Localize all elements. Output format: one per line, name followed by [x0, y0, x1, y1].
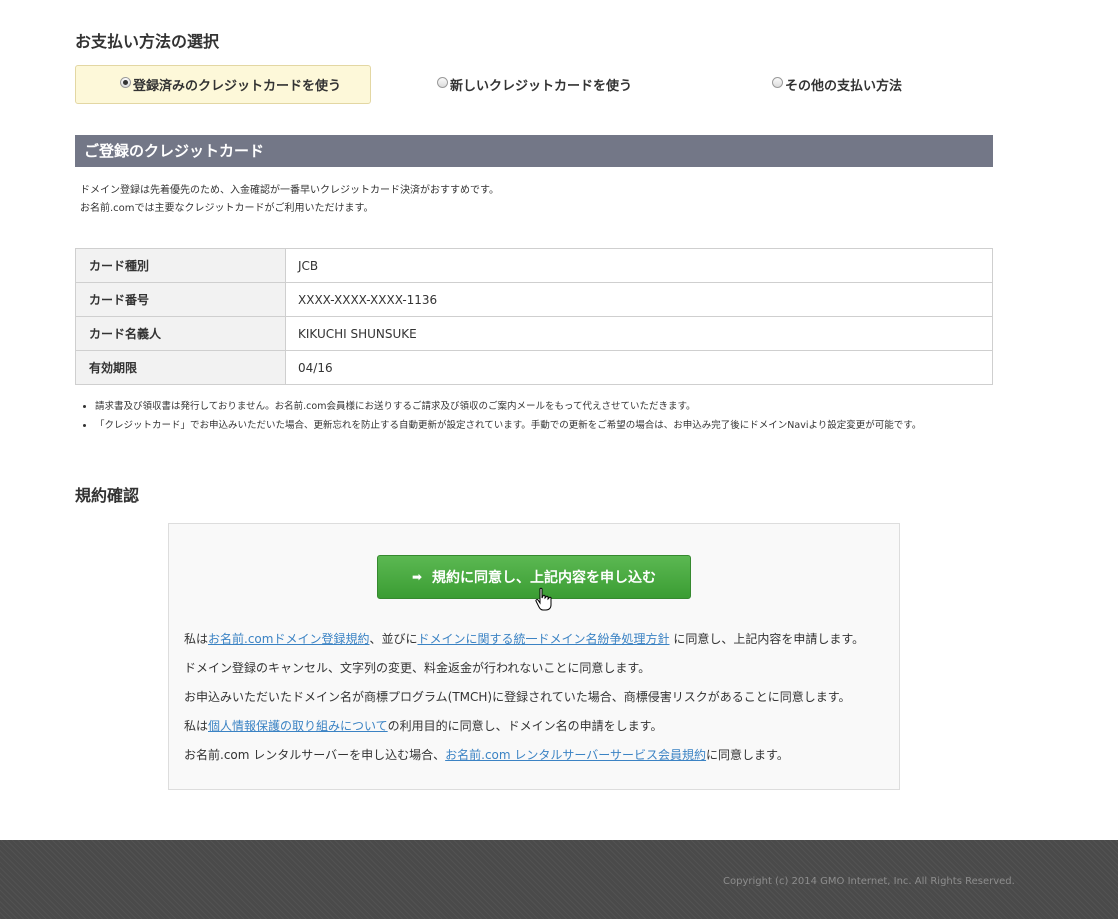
intro-line: お名前.comでは主要なクレジットカードがご利用いただけます。 — [80, 203, 374, 214]
note-item: 請求書及び領収書は発行しておりません。お名前.com会員様にお送りするご請求及び… — [95, 397, 921, 416]
payment-option-label: 登録済みのクレジットカードを使う — [133, 79, 342, 94]
card-type-value: JCB — [285, 248, 993, 283]
privacy-policy-link[interactable]: 個人情報保護の取り組みについて — [208, 719, 388, 733]
table-row: カード種別 JCB — [75, 248, 993, 283]
payment-option-new-card[interactable]: 新しいクレジットカードを使う — [437, 65, 632, 104]
dispute-policy-link[interactable]: ドメインに関する統一ドメイン名紛争処理方針 — [417, 632, 669, 646]
card-notes: 請求書及び領収書は発行しておりません。お名前.com会員様にお送りするご請求及び… — [80, 397, 921, 435]
table-row: カード名義人 KIKUCHI SHUNSUKE — [75, 316, 993, 351]
table-row: カード番号 XXXX-XXXX-XXXX-1136 — [75, 282, 993, 317]
payment-option-registered-card[interactable]: 登録済みのクレジットカードを使う — [75, 65, 371, 104]
terms-text-segment: に同意し、上記内容を申請します。 — [669, 632, 865, 646]
terms-text-segment: 、並びに — [369, 632, 418, 646]
card-number-label: カード番号 — [75, 282, 286, 317]
intro-line: ドメイン登録は先着優先のため、入金確認が一番早いクレジットカード決済がおすすめで… — [80, 185, 499, 196]
payment-option-label: その他の支払い方法 — [785, 79, 903, 94]
agree-and-apply-button[interactable]: ➡ 規約に同意し、上記内容を申し込む — [377, 555, 691, 599]
footer: Copyright (c) 2014 GMO Internet, Inc. Al… — [0, 840, 1118, 919]
terms-text-segment: お名前.com レンタルサーバーを申し込む場合、 — [184, 748, 446, 762]
terms-line-5: お名前.com レンタルサーバーを申し込む場合、お名前.com レンタルサーバー… — [184, 741, 864, 770]
terms-line-1: 私はお名前.comドメイン登録規約、並びにドメインに関する統一ドメイン名紛争処理… — [184, 625, 864, 654]
copyright-text: Copyright (c) 2014 GMO Internet, Inc. Al… — [723, 876, 1015, 887]
domain-registration-terms-link[interactable]: お名前.comドメイン登録規約 — [208, 632, 369, 646]
payment-option-other[interactable]: その他の支払い方法 — [772, 65, 902, 104]
terms-line-3: お申込みいただいたドメイン名が商標プログラム(TMCH)に登録されていた場合、商… — [184, 690, 851, 704]
page: お支払い方法の選択 登録済みのクレジットカードを使う 新しいクレジットカードを使… — [0, 0, 1118, 919]
card-info-table: カード種別 JCB カード番号 XXXX-XXXX-XXXX-1136 カード名… — [75, 248, 993, 385]
terms-text: 私はお名前.comドメイン登録規約、並びにドメインに関する統一ドメイン名紛争処理… — [184, 625, 864, 770]
radio-unchecked-icon[interactable] — [772, 77, 783, 88]
card-number-value: XXXX-XXXX-XXXX-1136 — [285, 282, 993, 317]
registered-card-header: ご登録のクレジットカード — [75, 135, 993, 167]
payment-option-label: 新しいクレジットカードを使う — [450, 79, 633, 94]
card-intro: ドメイン登録は先着優先のため、入金確認が一番早いクレジットカード決済がおすすめで… — [80, 182, 499, 218]
agree-button-label: 規約に同意し、上記内容を申し込む — [432, 570, 657, 586]
rental-server-terms-link[interactable]: お名前.com レンタルサーバーサービス会員規約 — [445, 748, 706, 762]
table-row: 有効期限 04/16 — [75, 350, 993, 385]
terms-line-4: 私は個人情報保護の取り組みについての利用目的に同意し、ドメイン名の申請をします。 — [184, 712, 864, 741]
terms-text-segment: の利用目的に同意し、ドメイン名の申請をします。 — [387, 719, 663, 733]
payment-method-title: お支払い方法の選択 — [75, 32, 220, 51]
terms-text-segment: 私は — [184, 632, 209, 646]
card-holder-value: KIKUCHI SHUNSUKE — [285, 316, 993, 351]
terms-text-segment: 私は — [184, 719, 209, 733]
hand-cursor-icon — [535, 587, 552, 611]
card-expiry-label: 有効期限 — [75, 350, 286, 385]
card-type-label: カード種別 — [75, 248, 286, 283]
terms-box: ➡ 規約に同意し、上記内容を申し込む 私はお名前.comドメイン登録規約、並びに… — [168, 523, 900, 790]
terms-title: 規約確認 — [75, 486, 140, 505]
terms-text-segment: に同意します。 — [706, 748, 789, 762]
card-expiry-value: 04/16 — [285, 350, 993, 385]
radio-checked-icon[interactable] — [120, 77, 131, 88]
radio-unchecked-icon[interactable] — [437, 77, 448, 88]
terms-line-2: ドメイン登録のキャンセル、文字列の変更、料金返金が行われないことに同意します。 — [184, 661, 651, 675]
arrow-right-icon: ➡ — [411, 570, 423, 584]
note-item: 「クレジットカード」でお申込みいただいた場合、更新忘れを防止する自動更新が設定さ… — [95, 416, 921, 435]
card-holder-label: カード名義人 — [75, 316, 286, 351]
